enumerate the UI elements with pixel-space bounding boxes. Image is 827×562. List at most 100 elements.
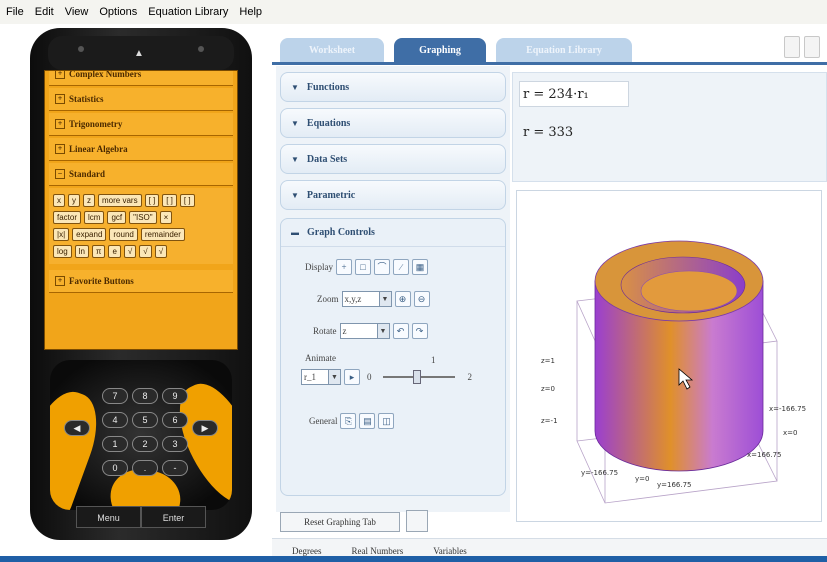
tab-graphing[interactable]: Graphing <box>394 38 486 62</box>
key-more-vars[interactable]: more vars <box>98 194 142 207</box>
rotate-left-icon[interactable]: ↶ <box>392 323 409 339</box>
zoom-out-icon[interactable]: ⊖ <box>413 291 430 307</box>
rotate-controls: Rotate z ▼ ↶ ↷ <box>313 323 428 339</box>
axes-icon[interactable]: + <box>336 259 352 275</box>
key-minus[interactable]: - <box>162 460 188 476</box>
animate-variable-select[interactable]: r_1 ▼ <box>301 369 341 385</box>
pin-icon[interactable] <box>784 36 800 58</box>
status-variables[interactable]: Variables <box>433 546 467 556</box>
box-icon[interactable]: □ <box>355 259 371 275</box>
key-x[interactable]: x <box>53 194 65 207</box>
key-bracket[interactable]: [ ] <box>144 194 160 207</box>
animate-slider[interactable] <box>382 369 455 385</box>
panel-data-sets[interactable]: ▼ Data Sets <box>280 144 506 174</box>
key-y[interactable]: y <box>68 194 80 207</box>
phone-softkeys: Menu Enter <box>76 506 206 528</box>
softkey-enter[interactable]: Enter <box>141 506 206 528</box>
rotate-right-icon[interactable]: ↷ <box>411 323 428 339</box>
key-times[interactable]: × <box>159 211 173 224</box>
key-expand[interactable]: expand <box>72 228 107 241</box>
menu-edit[interactable]: Edit <box>35 6 54 18</box>
status-number-mode[interactable]: Real Numbers <box>351 546 403 556</box>
expand-icon: + <box>55 94 65 104</box>
zoom-select[interactable]: x,y,z ▼ <box>341 291 392 307</box>
main-tabs: Worksheet Graphing Equation Library <box>280 38 632 64</box>
menu-file[interactable]: File <box>6 6 24 18</box>
export-icon[interactable]: ◫ <box>378 413 395 429</box>
refresh-icon[interactable] <box>406 510 428 532</box>
grid-icon[interactable]: ▦ <box>412 259 428 275</box>
expand-icon: + <box>55 119 65 129</box>
graph-controls-header[interactable]: ▬ Graph Controls <box>281 219 505 247</box>
nav-right-icon[interactable]: ▶ <box>192 420 218 436</box>
key-sqrt[interactable]: √ <box>139 245 152 258</box>
wireframe-icon[interactable]: ∕ <box>393 259 409 275</box>
copy-icon[interactable]: ⎘ <box>340 413 357 429</box>
key-6[interactable]: 6 <box>162 412 188 428</box>
equation-1[interactable]: r = 234·r₁ <box>523 87 589 102</box>
section-complex-numbers[interactable]: + Complex Numbers <box>49 71 233 86</box>
equation-pane: r = 234·r₁ r = 333 <box>512 72 827 182</box>
panel-parametric[interactable]: ▼ Parametric <box>280 180 506 210</box>
key-remainder[interactable]: remainder <box>140 228 185 241</box>
panel-equations[interactable]: ▼ Equations <box>280 108 506 138</box>
section-trigonometry[interactable]: + Trigonometry <box>49 113 233 136</box>
plot-3d[interactable]: z=1 z=0 z=-1 x=-166.75 x=0 x=166.75 y=-1… <box>516 190 822 522</box>
reset-graphing-tab-button[interactable]: Reset Graphing Tab <box>280 512 400 532</box>
window-icon[interactable] <box>804 36 820 58</box>
key-bracket[interactable]: [ ] <box>179 194 195 207</box>
play-icon[interactable]: ▸ <box>344 369 360 385</box>
key-round[interactable]: round <box>109 228 138 241</box>
key-4[interactable]: 4 <box>102 412 128 428</box>
equation-2[interactable]: r = 333 <box>523 125 573 140</box>
tab-underline <box>272 62 827 65</box>
mesh-icon[interactable]: ⌒ <box>374 259 390 275</box>
settings-icon[interactable]: ▤ <box>359 413 376 429</box>
tab-worksheet[interactable]: Worksheet <box>280 38 384 62</box>
expand-icon: + <box>55 144 65 154</box>
section-favorite-buttons[interactable]: + Favorite Buttons <box>49 270 233 293</box>
key-z[interactable]: z <box>83 194 95 207</box>
key-e[interactable]: e <box>108 245 121 258</box>
key-lcm[interactable]: lcm <box>84 211 105 224</box>
key-5[interactable]: 5 <box>132 412 158 428</box>
panel-functions[interactable]: ▼ Functions <box>280 72 506 102</box>
key-iso[interactable]: "ISO" <box>129 211 157 224</box>
label-x-neg: x=-166.75 <box>769 405 806 413</box>
menu-help[interactable]: Help <box>239 6 262 18</box>
expand-icon: + <box>55 71 65 79</box>
menu-equation-library[interactable]: Equation Library <box>148 6 228 18</box>
animate-controls: r_1 ▼ ▸ 0 2 <box>301 369 472 385</box>
key-9[interactable]: 9 <box>162 388 188 404</box>
softkey-menu[interactable]: Menu <box>76 506 141 528</box>
key-pi[interactable]: π <box>91 245 106 258</box>
key-decimal[interactable]: . <box>132 460 158 476</box>
up-arrow-icon[interactable]: ▲ <box>134 48 144 59</box>
zoom-in-icon[interactable]: ⊕ <box>394 291 411 307</box>
status-angle-mode[interactable]: Degrees <box>292 546 321 556</box>
key-abs[interactable]: |x| <box>53 228 70 241</box>
rotate-select[interactable]: z ▼ <box>339 323 390 339</box>
key-2[interactable]: 2 <box>132 436 158 452</box>
key-sqrt[interactable]: √ <box>123 245 137 258</box>
key-1[interactable]: 1 <box>102 436 128 452</box>
key-ln[interactable]: ln <box>74 245 89 258</box>
key-log[interactable]: log <box>53 245 72 258</box>
key-0[interactable]: 0 <box>102 460 128 476</box>
key-3[interactable]: 3 <box>162 436 188 452</box>
key-8[interactable]: 8 <box>132 388 158 404</box>
section-standard[interactable]: − Standard <box>49 163 233 186</box>
key-bracket[interactable]: [ ] <box>162 194 177 207</box>
key-7[interactable]: 7 <box>102 388 128 404</box>
tab-equation-library[interactable]: Equation Library <box>496 38 632 62</box>
key-gcf[interactable]: gcf <box>107 211 127 224</box>
key-factor[interactable]: factor <box>53 211 82 224</box>
key-sqrt[interactable]: √ <box>154 245 168 258</box>
label-x-pos: x=166.75 <box>747 451 782 459</box>
menu-options[interactable]: Options <box>99 6 137 18</box>
nav-left-icon[interactable]: ◀ <box>64 420 90 436</box>
section-linear-algebra[interactable]: + Linear Algebra <box>49 138 233 161</box>
section-statistics[interactable]: + Statistics <box>49 88 233 111</box>
flame-decoration <box>50 383 109 510</box>
menu-view[interactable]: View <box>65 6 89 18</box>
